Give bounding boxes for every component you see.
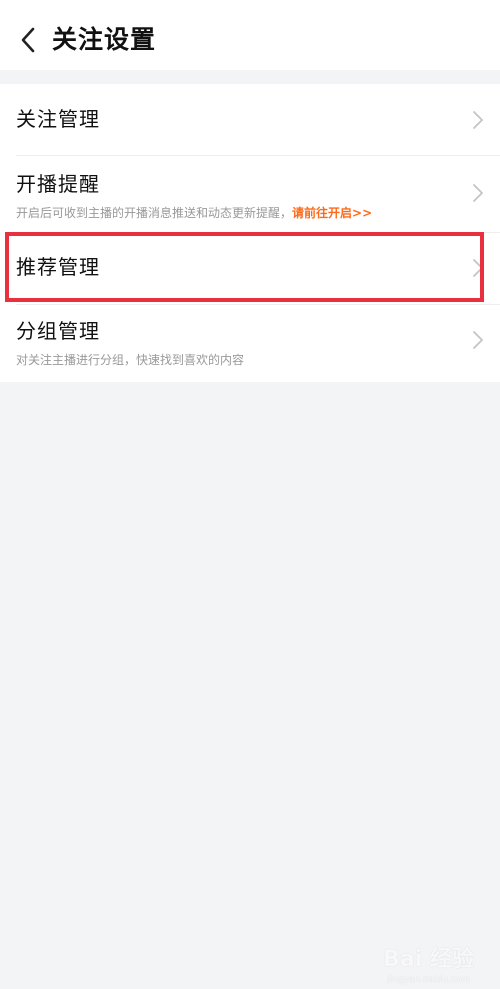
- chevron-right-icon: [473, 331, 483, 349]
- settings-item-label: 开播提醒: [16, 172, 100, 196]
- settings-list: 关注管理 开播提醒 开启后可收到主播的开播消息推送和动态更新提醒，请前往开启>>…: [0, 84, 500, 382]
- settings-item-label: 推荐管理: [16, 255, 100, 279]
- chevron-right-icon: [473, 184, 483, 202]
- chevron-left-icon: [21, 27, 35, 53]
- watermark-url: jingyan.baidu.com: [386, 975, 470, 985]
- top-bar: 关注设置: [0, 0, 500, 70]
- settings-item-label: 分组管理: [16, 319, 100, 343]
- settings-item-label: 关注管理: [16, 107, 100, 131]
- settings-item-description: 开启后可收到主播的开播消息推送和动态更新提醒，请前往开启>>: [16, 204, 372, 222]
- watermark-logo: Bai 经验: [383, 947, 474, 972]
- settings-item-description-text: 开启后可收到主播的开播消息推送和动态更新提醒，: [16, 206, 293, 220]
- chevron-right-icon: [473, 259, 483, 277]
- page-title: 关注设置: [52, 25, 157, 54]
- chevron-right-icon: [473, 111, 483, 129]
- enable-reminder-link[interactable]: 请前往开启>>: [292, 206, 372, 220]
- settings-item-description: 对关注主播进行分组，快速找到喜欢的内容: [16, 353, 245, 367]
- back-button[interactable]: [10, 20, 46, 60]
